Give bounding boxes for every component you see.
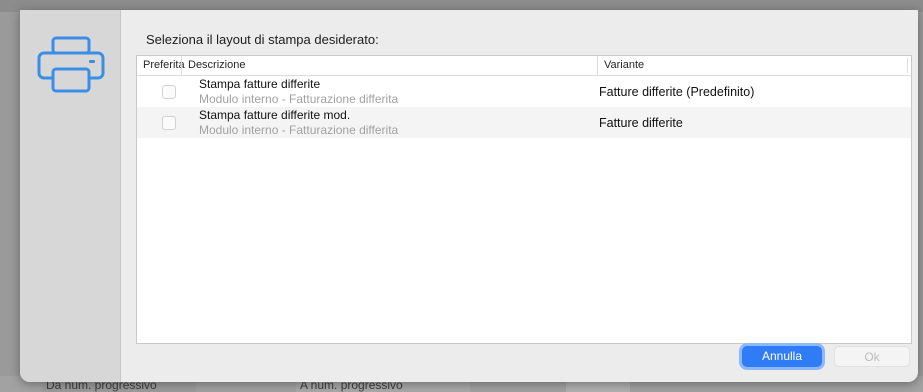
preferred-checkbox[interactable] <box>162 85 176 99</box>
column-header-variant[interactable]: Variante <box>597 56 907 75</box>
preferred-checkbox[interactable] <box>162 116 176 130</box>
print-layout-dialog: Seleziona il layout di stampa desiderato… <box>20 10 918 382</box>
table-row[interactable]: Stampa fatture differite mod. Modulo int… <box>137 107 911 138</box>
row-subtitle: Modulo interno - Fatturazione differita <box>199 92 399 106</box>
row-subtitle: Modulo interno - Fatturazione differita <box>199 123 399 137</box>
dialog-sidebar <box>20 10 121 382</box>
cancel-button[interactable]: Annulla <box>742 346 822 367</box>
row-variant: Fatture differite (Predefinito) <box>599 85 755 99</box>
dialog-prompt: Seleziona il layout di stampa desiderato… <box>146 32 379 47</box>
layout-table: Preferita Descrizione Variante Stampa fa… <box>136 55 912 344</box>
table-row[interactable]: Stampa fatture differite Modulo interno … <box>137 76 911 107</box>
row-title: Stampa fatture differite mod. <box>199 108 351 122</box>
column-header-preferred[interactable]: Preferita <box>137 56 185 75</box>
row-title: Stampa fatture differite <box>199 77 321 91</box>
printer-icon <box>37 36 105 93</box>
table-header: Preferita Descrizione Variante <box>137 56 911 76</box>
ok-button[interactable]: Ok <box>834 346 910 367</box>
column-divider <box>907 58 908 73</box>
column-header-description[interactable]: Descrizione <box>181 56 597 75</box>
row-variant: Fatture differite <box>599 116 683 130</box>
